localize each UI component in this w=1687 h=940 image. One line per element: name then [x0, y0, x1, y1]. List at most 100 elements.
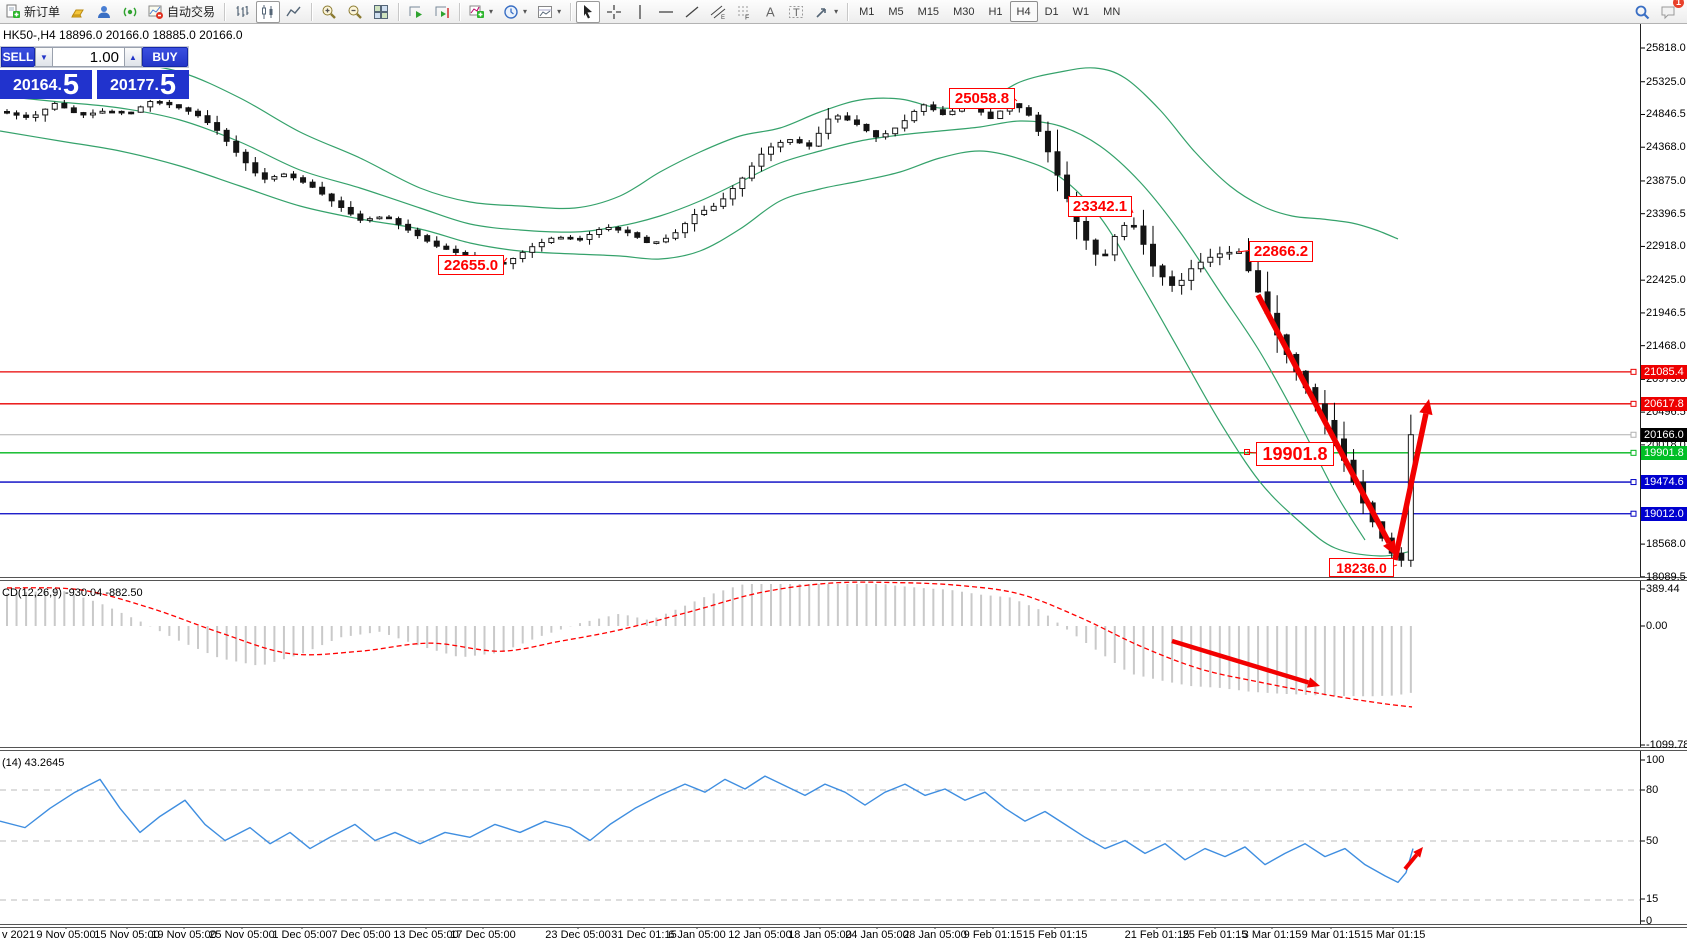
time-label: 31 Dec 01:15 [611, 929, 676, 940]
zoom-in-button[interactable] [317, 1, 341, 23]
community-button[interactable] [92, 1, 116, 23]
time-label: 7 Dec 05:00 [331, 929, 390, 940]
price-tick: 21468.0 [1646, 340, 1686, 352]
periods-icon [503, 4, 519, 20]
time-label: 9 Mar 01:15 [1302, 929, 1361, 940]
bar-chart-button[interactable] [230, 1, 254, 23]
text-icon: A [762, 4, 778, 20]
svg-text:F: F [745, 14, 749, 20]
templates-button[interactable]: ▾ [533, 1, 565, 23]
price-tick: 25325.0 [1646, 76, 1686, 88]
timeframe-H4[interactable]: H4 [1010, 1, 1038, 22]
chart-annotation[interactable]: 19901.8 [1256, 442, 1334, 466]
cursor-icon [580, 4, 596, 20]
indicators-dropdown-caret[interactable]: ▾ [489, 7, 493, 16]
pane-separator-bottom [0, 924, 1687, 928]
svg-text:A: A [766, 4, 775, 19]
trendline-button[interactable] [680, 1, 704, 23]
autotrade-button[interactable]: 自动交易 [144, 1, 219, 23]
crosshair-button[interactable] [602, 1, 626, 23]
auto-scroll-button[interactable] [404, 1, 428, 23]
chart-annotation[interactable]: 22655.0 [438, 255, 504, 275]
shapes-dropdown-caret[interactable]: ▾ [834, 7, 838, 16]
chart-shift-button[interactable] [430, 1, 454, 23]
tile-windows-button[interactable] [369, 1, 393, 23]
time-label: 28 Jan 05:00 [903, 929, 967, 940]
time-label: 21 Feb 01:15 [1125, 929, 1190, 940]
chart-annotation[interactable]: 22866.2 [1249, 241, 1313, 262]
templates-icon [537, 4, 553, 20]
price-tag: 20166.0 [1641, 428, 1687, 442]
timeframe-M30[interactable]: M30 [946, 1, 981, 22]
price-tag: 19901.8 [1641, 446, 1687, 460]
timeframe-M1[interactable]: M1 [852, 1, 881, 22]
gold-bar-icon [70, 4, 86, 20]
sell-price-big-digit: 5 [63, 72, 79, 99]
chart-annotation[interactable]: 23342.1 [1068, 196, 1132, 217]
timeframe-W1[interactable]: W1 [1066, 1, 1097, 22]
volume-field[interactable]: 1.00 [53, 47, 124, 67]
vertical-line-button[interactable] [628, 1, 652, 23]
candlestick-chart-button[interactable] [256, 1, 280, 23]
zoom-out-icon [347, 4, 363, 20]
time-label: 23 Dec 05:00 [545, 929, 610, 940]
volume-decrease-button[interactable]: ▼ [35, 47, 53, 67]
toolbar: 新订单 自动交易 ▾▾▾ EFAT▾ M1M5M15M30H1H4D1W1MN … [0, 0, 1687, 24]
price-tick: 22425.0 [1646, 274, 1686, 286]
time-label: 3 Mar 01:15 [1243, 929, 1302, 940]
time-label: 18 Jan 05:00 [788, 929, 852, 940]
pane-separator-macd[interactable] [0, 577, 1687, 581]
search-icon [1634, 4, 1650, 20]
chat-button[interactable]: 1 [1656, 1, 1680, 23]
pane-separator-rsi[interactable] [0, 747, 1687, 751]
timeframe-D1[interactable]: D1 [1038, 1, 1066, 22]
line-chart-button[interactable] [282, 1, 306, 23]
cursor-button[interactable] [576, 1, 600, 23]
text-label-icon: T [788, 4, 804, 20]
buy-price[interactable]: 20177.5 [97, 70, 189, 99]
text-button[interactable]: A [758, 1, 782, 23]
shapes-button[interactable]: ▾ [810, 1, 842, 23]
svg-text:T: T [793, 7, 800, 19]
timeframe-M15[interactable]: M15 [911, 1, 946, 22]
indicators-button[interactable]: ▾ [465, 1, 497, 23]
time-label: 6 Jan 05:00 [668, 929, 726, 940]
horizontal-line-button[interactable] [654, 1, 678, 23]
text-label-button[interactable]: T [784, 1, 808, 23]
timeframe-M5[interactable]: M5 [881, 1, 910, 22]
new-order-button[interactable]: 新订单 [1, 1, 64, 23]
time-label: 19 Nov 05:00 [151, 929, 216, 940]
chat-badge: 1 [1673, 0, 1684, 8]
time-label: v 2021 [2, 929, 35, 940]
fibonacci-button[interactable]: F [732, 1, 756, 23]
zoom-in-icon [321, 4, 337, 20]
search-button[interactable] [1630, 1, 1654, 23]
sell-price[interactable]: 20164.5 [0, 70, 92, 99]
volume-increase-button[interactable]: ▲ [124, 47, 142, 67]
shapes-icon [814, 4, 830, 20]
chart-annotation[interactable]: 18236.0 [1329, 558, 1394, 577]
candlestick-chart-icon [260, 4, 276, 20]
price-tag: 20617.8 [1641, 397, 1687, 411]
chart-annotation[interactable]: 25058.8 [949, 88, 1015, 109]
price-tick: 21946.5 [1646, 307, 1686, 319]
chart-canvas[interactable] [0, 0, 1687, 940]
macd-label: CD(12,26,9) -930.04 -882.50 [2, 587, 143, 599]
gold-bar-button[interactable] [66, 1, 90, 23]
templates-dropdown-caret[interactable]: ▾ [557, 7, 561, 16]
signals-button[interactable] [118, 1, 142, 23]
timeframe-H1[interactable]: H1 [981, 1, 1009, 22]
line-chart-icon [286, 4, 302, 20]
sell-button[interactable]: SELL [1, 47, 35, 67]
time-label: 9 Nov 05:00 [36, 929, 95, 940]
buy-button[interactable]: BUY [142, 47, 188, 67]
zoom-out-button[interactable] [343, 1, 367, 23]
price-tick: 23875.0 [1646, 175, 1686, 187]
periods-button[interactable]: ▾ [499, 1, 531, 23]
periods-dropdown-caret[interactable]: ▾ [523, 7, 527, 16]
timeframe-MN[interactable]: MN [1096, 1, 1127, 22]
time-label: 17 Dec 05:00 [450, 929, 515, 940]
channel-button[interactable]: E [706, 1, 730, 23]
new-order-label: 新订单 [24, 3, 60, 20]
price-tick: 23396.5 [1646, 208, 1686, 220]
